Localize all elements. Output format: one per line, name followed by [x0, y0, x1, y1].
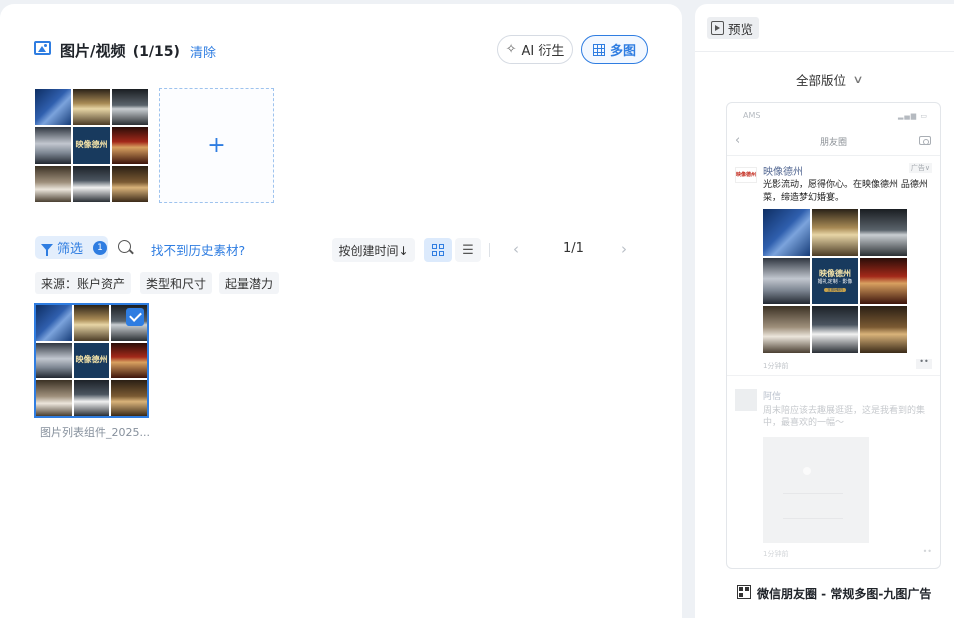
- ad-timestamp: 1分钟前: [763, 362, 789, 370]
- checkmark-icon[interactable]: [126, 308, 144, 326]
- ad-poster-button: 立即预约: [823, 287, 846, 293]
- selected-image-grid[interactable]: 映像德州: [35, 89, 148, 202]
- selection-count: (1/15): [132, 44, 180, 60]
- grid-view-icon: [432, 244, 444, 256]
- image-icon: [34, 41, 51, 55]
- phone-status-text: AMS: [743, 111, 761, 120]
- feed-divider: [727, 375, 940, 376]
- ad-format-label: 微信朋友圈 - 常规多图-九图广告: [757, 587, 932, 601]
- page-indicator: 1/1: [563, 241, 584, 256]
- asset-image-8: [73, 380, 110, 416]
- multi-image-label: 多图: [609, 44, 636, 59]
- ad-avatar: 映像德州: [735, 167, 757, 183]
- ai-derive-label: AI 衍生: [521, 44, 565, 59]
- qr-code-icon[interactable]: [737, 585, 751, 599]
- ad-copy: 光影流动，愿得你心。在映像德州 品德州菜，缔造梦幻婚宴。: [763, 180, 928, 203]
- section-title-text: 图片/视频: [60, 42, 126, 60]
- plus-icon: +: [207, 133, 226, 158]
- friend-post-photo: [763, 437, 869, 543]
- filter-chip-type-size[interactable]: 类型和尺寸: [140, 272, 213, 294]
- filter-button[interactable]: 筛选 1: [35, 236, 108, 259]
- camera-icon: [919, 136, 931, 145]
- asset-image-7: [36, 380, 72, 416]
- friend-name: 阿信: [763, 392, 782, 402]
- ad-image-6: [860, 257, 907, 305]
- filter-chip-potential[interactable]: 起量潜力: [219, 272, 280, 294]
- ad-image-9: [860, 306, 907, 353]
- phone-nav-title: 朋友圈: [819, 138, 847, 148]
- filter-chip-source[interactable]: 来源：账户资产: [35, 272, 132, 294]
- ad-image-4: [763, 257, 810, 305]
- signal-battery-icon: ▂▄▆ ▭: [898, 112, 928, 120]
- filter-count-badge: 1: [93, 240, 108, 255]
- grid-image-7: [35, 165, 72, 202]
- toolbar-divider: [489, 243, 490, 257]
- grid-icon: [592, 43, 605, 56]
- ad-account-name: 映像德州: [763, 167, 803, 178]
- phone-preview: AMS ▂▄▆ ▭ ‹ 朋友圈 映像德州 映像德州 广告∨ 光影流动，愿得你心。…: [726, 102, 941, 569]
- funnel-icon: [41, 244, 53, 256]
- grid-image-9: [111, 165, 148, 202]
- preview-icon: [711, 21, 724, 35]
- friend-post-text: 周末陪应该去趣展逛逛，这是我看到的集中，最喜欢的一幅～: [763, 406, 926, 428]
- history-assets-link[interactable]: 找不到历史素材?: [151, 240, 245, 259]
- more-dots-icon: ••: [916, 358, 932, 369]
- search-icon[interactable]: [118, 240, 131, 253]
- grid-image-4: [35, 127, 72, 164]
- ad-image-grid: 映像德州 婚礼定制 · 影像 立即预约: [763, 209, 907, 353]
- friend-timestamp: 1分钟前: [763, 550, 789, 558]
- asset-image-5: 映像德州: [73, 342, 110, 379]
- ad-image-5: 映像德州 婚礼定制 · 影像 立即预约: [811, 257, 859, 305]
- ad-image-7: [763, 306, 810, 353]
- grid-image-3: [111, 89, 148, 126]
- ad-image-2: [811, 209, 859, 256]
- add-media-button[interactable]: +: [159, 88, 274, 203]
- asset-name: 图片列表组件_2025...: [40, 426, 150, 439]
- placement-dropdown[interactable]: 全部版位 ∨: [796, 70, 864, 89]
- list-view-icon: ☰: [462, 242, 474, 258]
- ad-poster-subtitle: 婚礼定制 · 影像: [817, 279, 853, 286]
- friend-avatar: [735, 389, 757, 411]
- preview-tab[interactable]: 预览: [707, 17, 760, 39]
- sort-dropdown[interactable]: 按创建时间↓: [332, 238, 415, 262]
- ad-poster-title: 映像德州: [818, 268, 851, 278]
- next-page-button[interactable]: ›: [621, 240, 627, 258]
- grid-image-8: [73, 165, 110, 202]
- preview-divider: [695, 51, 954, 52]
- friend-more-dots-icon: ••: [922, 547, 932, 556]
- sparkle-pin-icon: ✧: [505, 42, 517, 57]
- filter-label: 筛选: [57, 242, 84, 257]
- grid-image-6: [111, 127, 148, 164]
- prev-page-button[interactable]: ‹: [513, 240, 519, 258]
- asset-card[interactable]: 映像德州: [34, 303, 149, 418]
- chevron-down-icon: ∨: [852, 73, 864, 86]
- placement-label: 全部版位: [796, 73, 847, 88]
- preview-tab-label: 预览: [728, 21, 754, 37]
- ad-tag: 广告∨: [908, 163, 932, 173]
- grid-image-2: [73, 89, 110, 126]
- phone-nav-divider: [727, 155, 940, 156]
- grid-view-toggle[interactable]: [424, 238, 452, 262]
- poster-title: 映像德州: [75, 140, 108, 150]
- ad-image-8: [811, 306, 859, 353]
- ad-image-3: [860, 209, 907, 256]
- asset-image-1: [36, 305, 72, 341]
- section-title: 图片/视频 (1/15): [60, 40, 180, 61]
- asset-image-9: [111, 380, 147, 416]
- asset-image-6: [111, 342, 147, 379]
- ai-derive-button[interactable]: ✧ AI 衍生: [497, 35, 573, 64]
- asset-image-2: [73, 305, 110, 341]
- ad-image-1: [763, 209, 810, 256]
- list-view-toggle[interactable]: ☰: [455, 238, 481, 262]
- clear-button[interactable]: 清除: [190, 42, 216, 61]
- asset-poster-title: 映像德州: [75, 355, 108, 365]
- grid-image-1: [35, 89, 72, 126]
- grid-image-5: 映像德州: [73, 127, 110, 164]
- asset-image-4: [36, 342, 72, 379]
- multi-image-button[interactable]: 多图: [581, 35, 648, 64]
